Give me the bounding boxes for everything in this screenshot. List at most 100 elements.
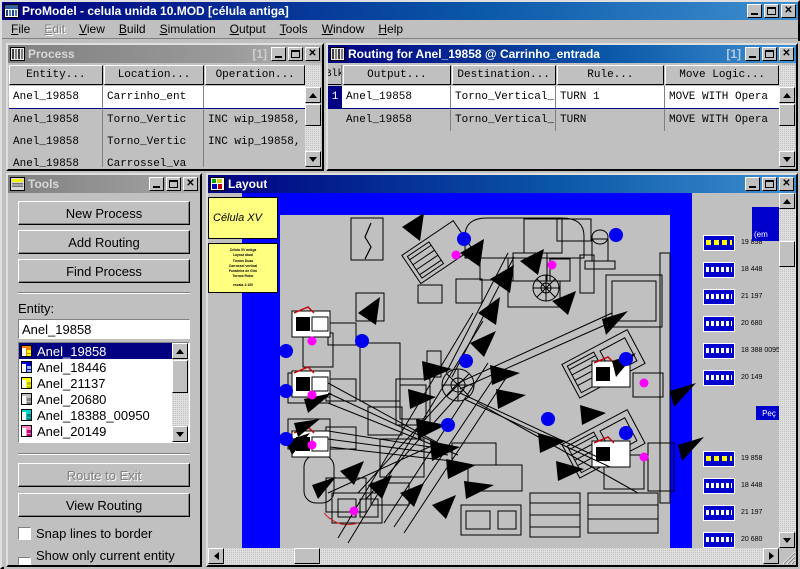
checkbox-box[interactable] [18, 527, 31, 540]
process-window[interactable]: Process [1] ✕ Entity... Location... Oper… [6, 43, 324, 171]
process-col-entity[interactable]: Entity... [9, 65, 103, 85]
process-col-location[interactable]: Location... [103, 65, 205, 85]
scrollbar-thumb[interactable] [294, 548, 320, 564]
routing-close-button[interactable]: ✕ [779, 47, 794, 61]
checkbox-box[interactable] [18, 556, 31, 565]
layout-horizontal-scrollbar[interactable] [208, 548, 779, 565]
entity-tile[interactable] [703, 235, 735, 251]
menu-simulation[interactable]: Simulation [153, 20, 223, 38]
entity-tile[interactable] [703, 370, 735, 386]
process-maximize-button[interactable] [288, 47, 303, 61]
layout-minimize-button[interactable] [745, 177, 760, 191]
table-row[interactable]: Anel_19858 Torno_Vertic INC wip_19858, 1… [9, 131, 306, 153]
entity-tile[interactable] [703, 262, 735, 278]
menu-tools[interactable]: Tools [273, 20, 315, 38]
menu-build[interactable]: Build [112, 20, 153, 38]
list-item[interactable]: Anel_20680 [19, 391, 172, 407]
list-item[interactable]: Anel_21137 [19, 375, 172, 391]
scrollbar-thumb[interactable] [172, 360, 188, 393]
close-button[interactable]: ✕ [781, 4, 796, 18]
entity-chip-em[interactable]: (em [752, 207, 779, 241]
entity-palette-top: 19 858 18 448 21 197 20 680 18 388 00950… [697, 235, 779, 405]
table-row[interactable]: Anel_19858 Carrossel_va [9, 153, 306, 167]
routing-col-rule[interactable]: Rule... [556, 65, 665, 85]
table-row[interactable]: Anel_19858 Carrinho_ent [9, 86, 306, 108]
show-current-entity-checkbox[interactable]: Show only current entity rout [18, 548, 190, 565]
scrollbar-thumb[interactable] [779, 104, 795, 126]
process-col-operation[interactable]: Operation... [205, 65, 305, 85]
scroll-up-button[interactable] [305, 87, 321, 103]
routing-window-controls: ✕ [745, 47, 794, 61]
list-item[interactable]: Anel_18446 [19, 359, 172, 375]
entity-tile[interactable] [703, 289, 735, 305]
scrollbar-thumb[interactable] [779, 241, 795, 267]
entity-input[interactable]: Anel_19858 [18, 319, 190, 339]
add-routing-button[interactable]: Add Routing [18, 230, 190, 254]
scroll-down-button[interactable] [305, 151, 321, 167]
menu-view[interactable]: View [72, 20, 112, 38]
scroll-down-button[interactable] [779, 532, 795, 548]
tools-maximize-button[interactable] [166, 177, 181, 191]
snap-lines-checkbox[interactable]: Snap lines to border [18, 526, 190, 541]
routing-maximize-button[interactable] [762, 47, 777, 61]
process-vertical-scrollbar[interactable] [305, 65, 321, 167]
entity-tile[interactable] [703, 451, 735, 467]
layout-maximize-button[interactable] [762, 177, 777, 191]
view-routing-button[interactable]: View Routing [18, 493, 190, 517]
routing-col-destination[interactable]: Destination... [451, 65, 556, 85]
scroll-down-button[interactable] [172, 426, 188, 442]
scrollbar-thumb[interactable] [305, 104, 321, 126]
minimize-button[interactable] [747, 4, 762, 18]
entity-tile[interactable] [703, 316, 735, 332]
routing-col-movelogic[interactable]: Move Logic... [665, 65, 780, 85]
tools-minimize-button[interactable] [149, 177, 164, 191]
menu-window[interactable]: Window [315, 20, 372, 38]
table-row[interactable]: Anel_19858 Torno_Vertical_ TURN MOVE WIT… [328, 109, 780, 131]
tools-window[interactable]: Tools ✕ New Process Add Routing Find Pro… [6, 173, 202, 567]
scroll-down-button[interactable] [779, 151, 795, 167]
entity-tile-label: 20 149 [741, 374, 763, 381]
find-process-button[interactable]: Find Process [18, 259, 190, 283]
layout-canvas[interactable]: Célula XV Célula XV antiga Layout atual … [208, 193, 779, 548]
routing-col-blk: Blk [328, 65, 342, 85]
entity-tile[interactable] [703, 478, 735, 494]
maximize-button[interactable] [764, 4, 779, 18]
table-row[interactable]: Anel_19858 Torno_Vertic INC wip_19858, 1… [9, 109, 306, 131]
entity-tile[interactable] [703, 343, 735, 359]
layout-window-controls: ✕ [745, 177, 794, 191]
table-row[interactable]: 1 Anel_19858 Torno_Vertical_ TURN 1 MOVE… [328, 86, 780, 108]
entity-listbox[interactable]: Anel_19858 Anel_18446 Anel_21137 Anel_20… [18, 342, 190, 443]
new-process-button[interactable]: New Process [18, 201, 190, 225]
menu-output[interactable]: Output [223, 20, 273, 38]
scroll-up-button[interactable] [172, 343, 188, 359]
layout-title-text: Layout [228, 177, 268, 191]
process-grid: Entity... Location... Operation... Anel_… [8, 63, 322, 169]
entity-tile-label: 20 680 [741, 320, 763, 327]
routing-cell-output: Anel_19858 [342, 86, 451, 108]
menu-help[interactable]: Help [371, 20, 410, 38]
scroll-up-button[interactable] [779, 193, 795, 209]
tools-close-button[interactable]: ✕ [183, 177, 198, 191]
routing-window[interactable]: Routing for Anel_19858 @ Carrinho_entrad… [326, 43, 798, 171]
menu-file[interactable]: File [4, 20, 37, 38]
layout-window[interactable]: Layout ✕ Célula XV Célula XV antiga Layo… [206, 173, 798, 567]
routing-vertical-scrollbar[interactable] [779, 65, 795, 167]
entity-tile[interactable] [703, 532, 735, 548]
process-minimize-button[interactable] [271, 47, 286, 61]
process-close-button[interactable]: ✕ [305, 47, 320, 61]
list-item[interactable]: Anel_19858 [19, 343, 172, 359]
entity-chip-peca[interactable]: Peç [756, 406, 779, 420]
scroll-left-button[interactable] [208, 548, 224, 564]
list-item[interactable]: Anel_20149 [19, 423, 172, 439]
layout-vertical-scrollbar[interactable] [779, 193, 796, 548]
list-item[interactable]: Anel_18388_00950 [19, 407, 172, 423]
menubar: File Edit View Build Simulation Output Tools Wi… [2, 20, 798, 39]
scroll-up-button[interactable] [779, 87, 795, 103]
entity-tile[interactable] [703, 505, 735, 521]
layout-close-button[interactable]: ✕ [779, 177, 794, 191]
entity-list-scrollbar[interactable] [172, 343, 189, 442]
scroll-right-button[interactable] [763, 548, 779, 564]
routing-minimize-button[interactable] [745, 47, 760, 61]
resize-grip[interactable] [779, 548, 796, 565]
routing-col-output[interactable]: Output... [342, 65, 451, 85]
